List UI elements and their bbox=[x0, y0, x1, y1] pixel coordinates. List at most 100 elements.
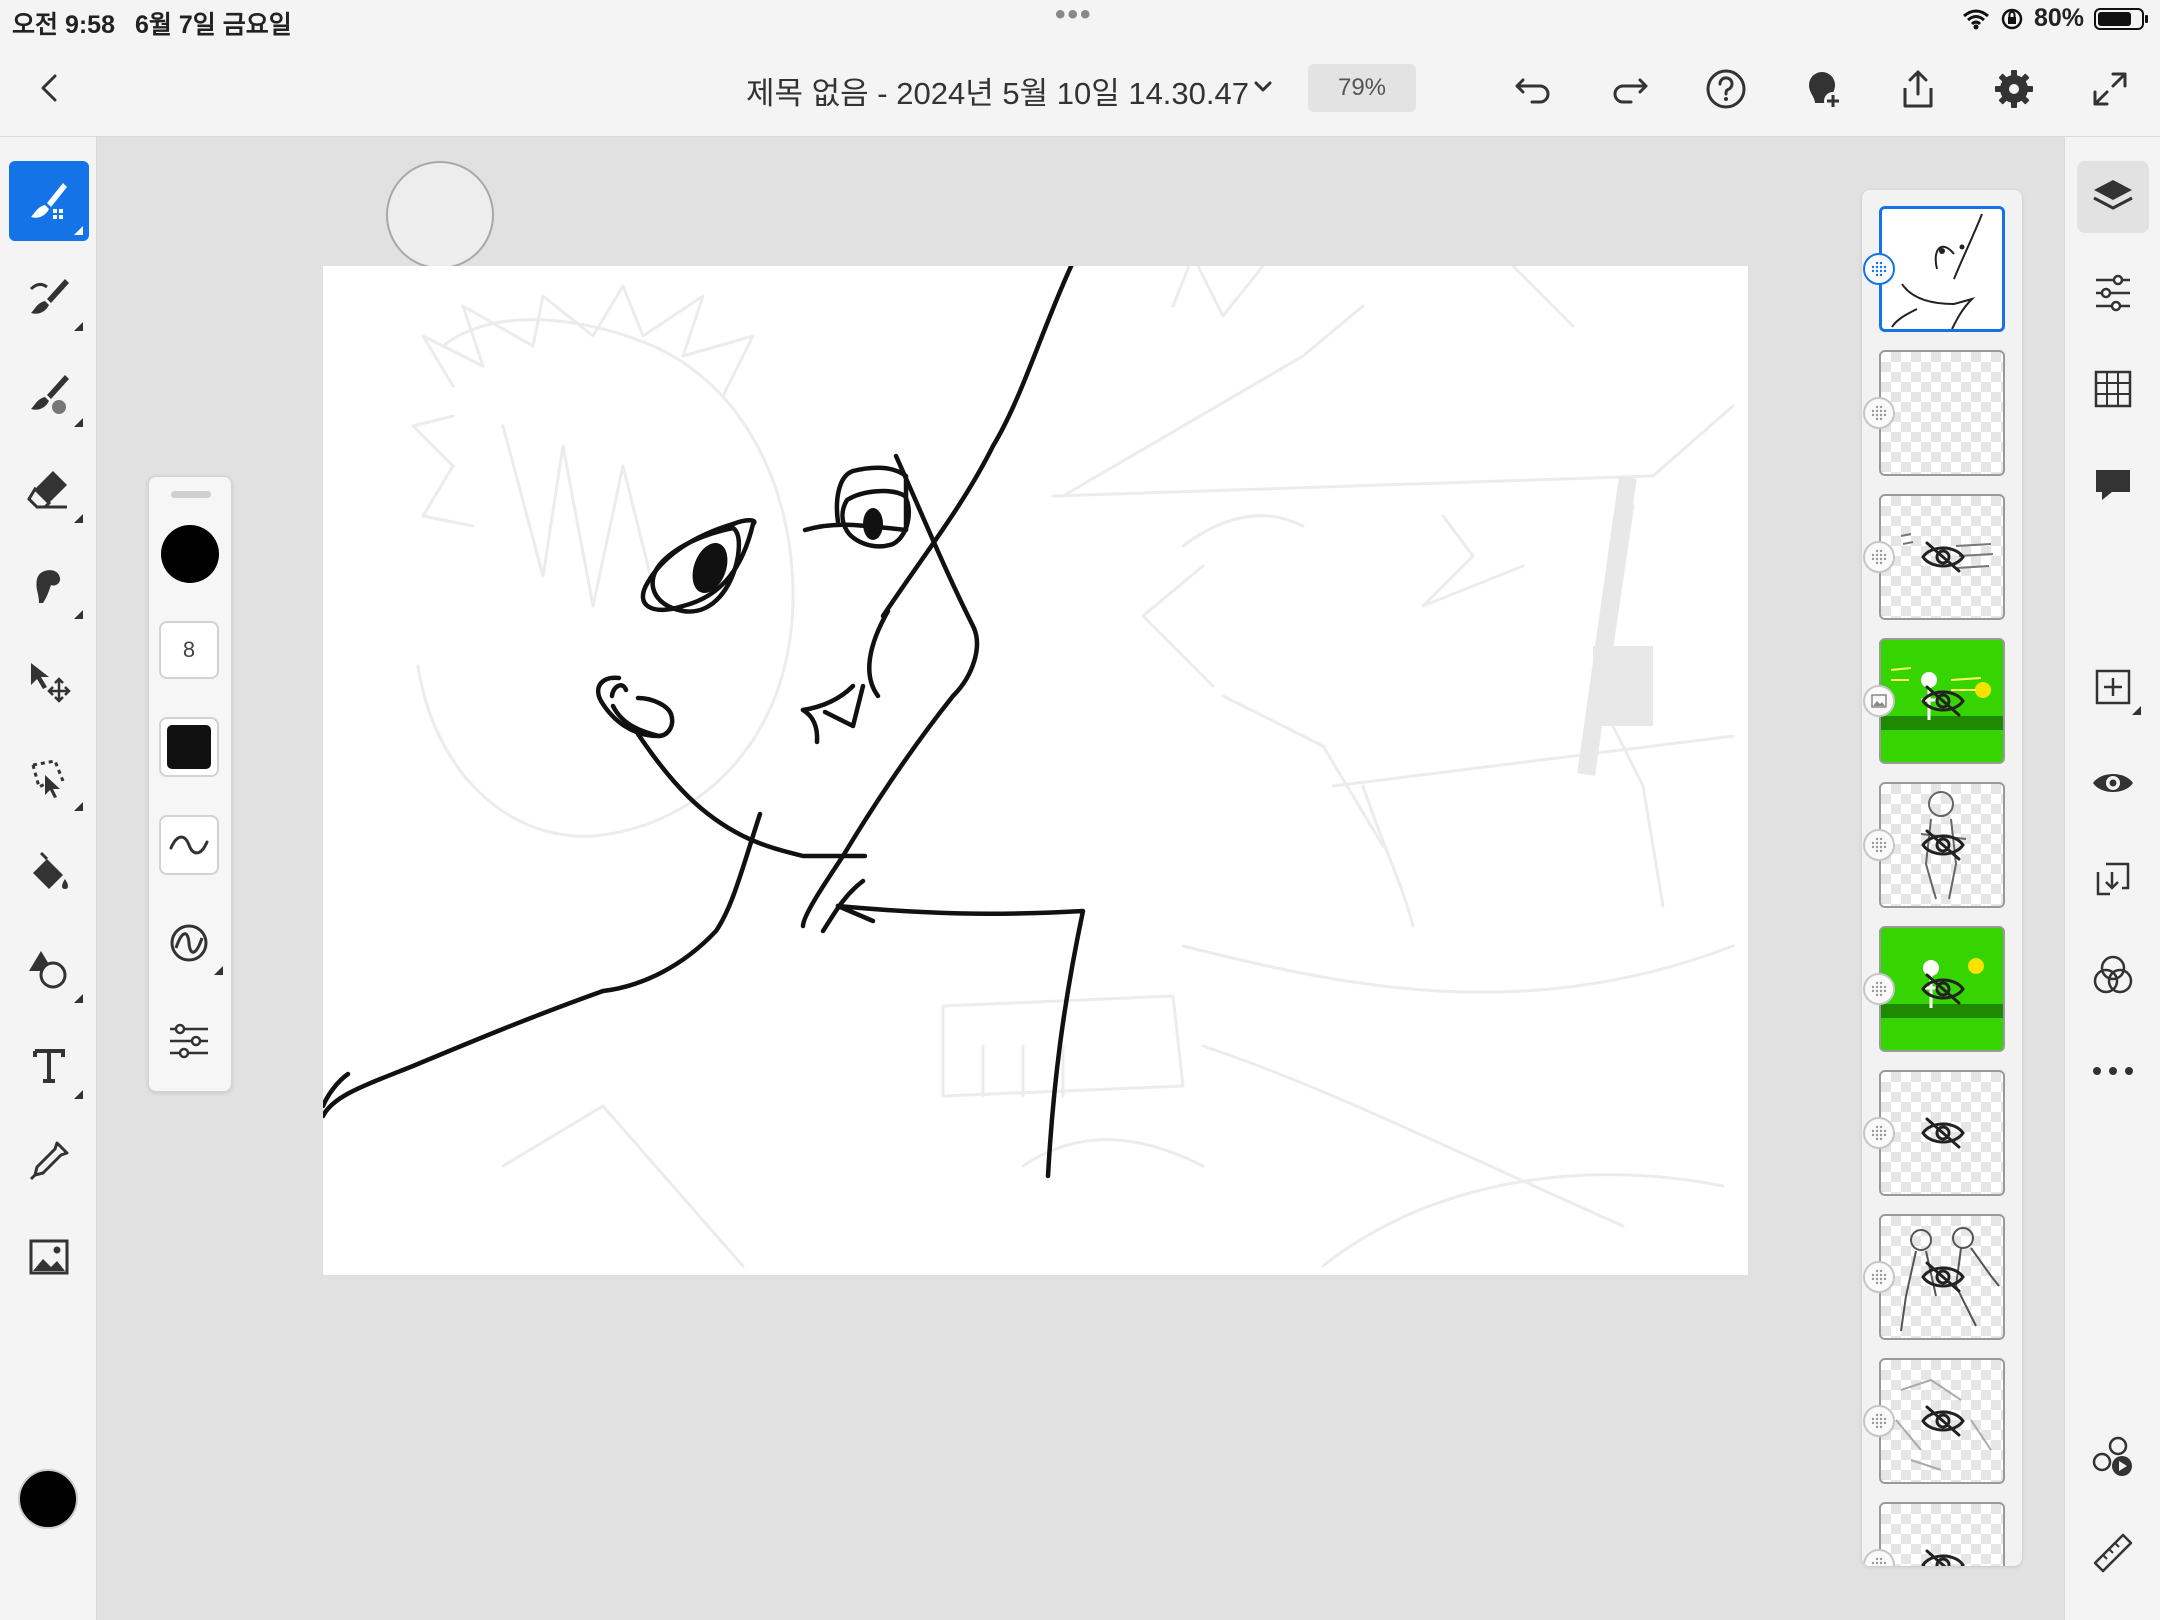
grid-button[interactable] bbox=[2077, 353, 2149, 425]
tool-text[interactable] bbox=[9, 1025, 89, 1105]
grip-icon bbox=[1871, 405, 1887, 421]
fullscreen-icon[interactable] bbox=[2085, 64, 2135, 114]
brush-preview[interactable] bbox=[161, 525, 219, 583]
layers-button[interactable] bbox=[2077, 161, 2149, 233]
layer-item[interactable] bbox=[1879, 1502, 2005, 1566]
layer-item[interactable] bbox=[1879, 494, 2005, 620]
fill-icon bbox=[33, 851, 68, 889]
grid-icon bbox=[2094, 370, 2132, 408]
layer-item[interactable] bbox=[1879, 350, 2005, 476]
brush-cursor bbox=[386, 161, 494, 269]
tool-fill[interactable] bbox=[9, 833, 89, 913]
brush-settings-button[interactable] bbox=[159, 1011, 219, 1071]
layer-properties-button[interactable] bbox=[2077, 257, 2149, 329]
grip-icon bbox=[1871, 549, 1887, 565]
ruler-icon bbox=[2093, 1533, 2133, 1573]
smudge-icon bbox=[36, 570, 61, 603]
invite-icon[interactable] bbox=[1797, 64, 1847, 114]
brush-settings-icon bbox=[170, 1023, 208, 1059]
tool-image[interactable] bbox=[9, 1217, 89, 1297]
shapes-icon bbox=[29, 951, 67, 989]
undo-icon[interactable] bbox=[1508, 64, 1558, 114]
tool-pixel-brush[interactable] bbox=[9, 161, 89, 241]
status-bar: 오전 9:58 6월 7일 금요일 ••• 80% bbox=[0, 0, 2160, 44]
comments-button[interactable] bbox=[2077, 449, 2149, 521]
layer-item[interactable] bbox=[1879, 1070, 2005, 1196]
layer-item[interactable] bbox=[1879, 206, 2005, 332]
chevron-down-icon[interactable] bbox=[1248, 72, 1278, 102]
image-icon bbox=[29, 1239, 69, 1275]
status-right: 80% bbox=[1962, 4, 2148, 33]
hidden-layer-icon bbox=[1921, 829, 1965, 861]
layer-item[interactable] bbox=[1879, 1358, 2005, 1484]
layer-item[interactable] bbox=[1879, 926, 2005, 1052]
tool-paint-brush[interactable] bbox=[9, 257, 89, 337]
ink-drawing bbox=[323, 266, 1086, 1179]
brush-opacity-swatch[interactable] bbox=[159, 717, 219, 777]
background-sketch-faint bbox=[411, 266, 1735, 1268]
right-tool-bar bbox=[2064, 137, 2160, 1620]
visibility-icon bbox=[2093, 774, 2133, 792]
zoom-level[interactable]: 79% bbox=[1308, 64, 1416, 112]
layer-drag-handle[interactable] bbox=[1863, 397, 1895, 429]
layer-item[interactable] bbox=[1879, 782, 2005, 908]
tool-eraser[interactable] bbox=[9, 449, 89, 529]
current-color-swatch[interactable] bbox=[18, 1469, 78, 1529]
image-layer-handle[interactable] bbox=[1863, 685, 1895, 717]
layer-item[interactable] bbox=[1879, 1214, 2005, 1340]
tool-transform[interactable] bbox=[9, 641, 89, 721]
eraser-icon bbox=[27, 471, 67, 509]
settings-icon[interactable] bbox=[1989, 64, 2039, 114]
more-button[interactable] bbox=[2077, 1035, 2149, 1107]
chevron-left-icon[interactable] bbox=[28, 66, 72, 110]
layer-drag-handle[interactable] bbox=[1863, 829, 1895, 861]
merge-layer-icon bbox=[2096, 862, 2130, 896]
visibility-button[interactable] bbox=[2077, 747, 2149, 819]
help-icon[interactable] bbox=[1701, 64, 1751, 114]
document-title[interactable]: 제목 없음 - 2024년 5월 10일 14.30.47 bbox=[746, 68, 1249, 113]
livestream-button[interactable] bbox=[2077, 1421, 2149, 1493]
drawing-canvas[interactable] bbox=[323, 266, 1748, 1275]
grip-icon bbox=[1871, 1413, 1887, 1429]
pressure-dynamics-button[interactable] bbox=[159, 913, 223, 975]
opacity-fill bbox=[167, 725, 211, 769]
multitasking-dots-icon[interactable]: ••• bbox=[1055, 0, 1093, 32]
battery-percent: 80% bbox=[2033, 4, 2084, 32]
smoothing-icon bbox=[169, 835, 209, 855]
tool-smudge[interactable] bbox=[9, 545, 89, 625]
tool-eyedropper[interactable] bbox=[9, 1121, 89, 1201]
layer-drag-handle[interactable] bbox=[1863, 1117, 1895, 1149]
redo-icon[interactable] bbox=[1605, 64, 1655, 114]
status-time: 오전 9:58 bbox=[12, 11, 115, 39]
tool-shapes[interactable] bbox=[9, 929, 89, 1009]
layer-drag-handle[interactable] bbox=[1863, 1405, 1895, 1437]
blend-mode-button[interactable] bbox=[2077, 939, 2149, 1011]
share-icon[interactable] bbox=[1893, 64, 1943, 114]
brush-size-field[interactable]: 8 bbox=[159, 621, 219, 679]
merge-layer-button[interactable] bbox=[2077, 843, 2149, 915]
transform-icon bbox=[31, 663, 71, 703]
layer-drag-handle[interactable] bbox=[1863, 541, 1895, 573]
app-header: 제목 없음 - 2024년 5월 10일 14.30.47 79% bbox=[0, 44, 2160, 137]
layer-drag-handle[interactable] bbox=[1863, 253, 1895, 285]
smoothing-button[interactable] bbox=[159, 815, 219, 875]
hidden-layer-icon bbox=[1921, 541, 1965, 573]
add-layer-button[interactable] bbox=[2077, 651, 2149, 723]
pixel-brush-icon bbox=[31, 183, 67, 219]
lasso-select-icon bbox=[31, 759, 65, 798]
tool-bar bbox=[0, 137, 97, 1620]
panel-drag-handle[interactable] bbox=[171, 491, 211, 498]
ruler-button[interactable] bbox=[2077, 1517, 2149, 1589]
layer-drag-handle[interactable] bbox=[1863, 1261, 1895, 1293]
tool-lasso-select[interactable] bbox=[9, 737, 89, 817]
grip-icon bbox=[1871, 1557, 1887, 1566]
grip-icon bbox=[1871, 981, 1887, 997]
battery-icon bbox=[2094, 7, 2148, 30]
tool-live-brush[interactable] bbox=[9, 353, 89, 433]
hidden-layer-icon bbox=[1921, 1405, 1965, 1437]
layer-item[interactable] bbox=[1879, 638, 2005, 764]
layer-drag-handle[interactable] bbox=[1863, 973, 1895, 1005]
hidden-layer-icon bbox=[1921, 1117, 1965, 1149]
wifi-icon bbox=[1962, 9, 1989, 29]
layers-icon bbox=[2093, 180, 2133, 210]
